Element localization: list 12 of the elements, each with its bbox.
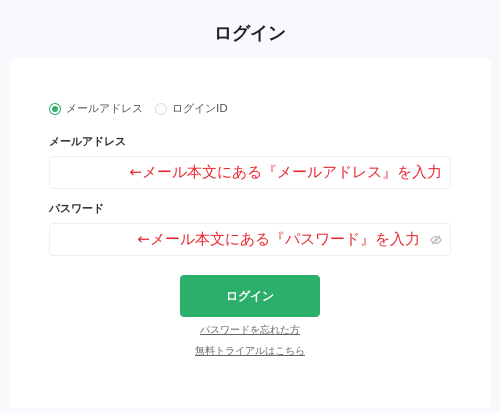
field-label: メールアドレス: [49, 134, 127, 150]
hidden-eye-icon[interactable]: [430, 234, 442, 244]
annotation-text: ←メール本文にある『パスワード』を入力: [137, 229, 420, 250]
login-type-radio[interactable]: ログインID: [155, 100, 228, 118]
input-field[interactable]: ←メール本文にある『パスワード』を入力: [49, 223, 451, 256]
input-field[interactable]: ←メール本文にある『メールアドレス』を入力: [49, 156, 451, 189]
page-title: ログイン: [214, 22, 286, 46]
text-link[interactable]: パスワードを忘れた方: [200, 323, 300, 338]
annotation-text: ←メール本文にある『メールアドレス』を入力: [129, 162, 442, 184]
text-link[interactable]: 無料トライアルはこちら: [195, 344, 305, 359]
field-label: パスワード: [49, 201, 105, 217]
login-type-radio[interactable]: メールアドレス: [49, 100, 143, 118]
